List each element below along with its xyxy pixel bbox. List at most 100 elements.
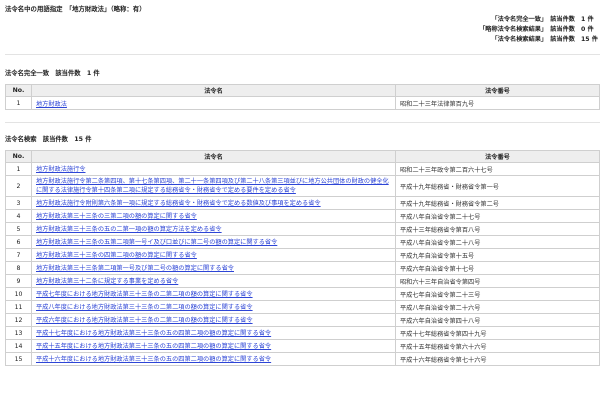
search-result-title: 法令名検索 該当件数 15 件 xyxy=(5,136,92,143)
search-term-line: 法令名中の用語指定 「地方財政法」（略称：有） xyxy=(5,5,146,13)
law-name-link[interactable]: 地方財政法施行令第二条第四項、第十七条第四項、第二十一条第四項及び第二十八条第三… xyxy=(36,177,391,195)
column-header-number: 法令番号 xyxy=(395,150,600,163)
law-name-link[interactable]: 地方財政法施行令附則第六条第一項に規定する総務省令・財務省令で定める数値及び事項… xyxy=(36,199,391,208)
law-name-link[interactable]: 地方財政法第三十三条の五の二第一項の額の算定方法を定める省令 xyxy=(36,225,391,234)
law-name-link[interactable]: 平成十五年度における地方財政法第三十三条の五の四第二項の額の算定に関する省令 xyxy=(36,342,391,351)
law-name-cell: 地方財政法第三十三条の三第二項の額の算定に関する省令 xyxy=(31,209,396,223)
law-number: 昭和二十三年法律第百九号 xyxy=(395,96,600,110)
table-row: 2 地方財政法施行令第二条第四項、第十七条第四項、第二十一条第四項及び第二十八条第… xyxy=(5,175,600,197)
law-number: 平成八年自治省令第二十七号 xyxy=(395,209,600,223)
law-name-link[interactable]: 地方財政法第三十二条に規定する事業を定める省令 xyxy=(36,277,391,286)
exact-match-title: 法令名完全一致 該当件数 1 件 xyxy=(5,70,100,77)
law-name-cell: 地方財政法第三十三条の四第二項の額の算定に関する省令 xyxy=(31,248,396,262)
result-count-summary: 「法令名完全一致」 該当件数 1 件 「略称法令名検索結果」 該当件数 0 件 「法… xyxy=(479,15,599,45)
summary-count: 1 件 xyxy=(581,16,594,23)
law-name-link[interactable]: 地方財政法施行令 xyxy=(36,165,391,174)
row-no: 13 xyxy=(5,326,32,340)
table-row: 4 地方財政法第三十三条の三第二項の額の算定に関する省令 平成八年自治省令第二十七号 xyxy=(5,209,600,223)
search-result-table: No. 法令名 法令番号 1 地方財政法施行令 昭和二十三年政令第二百六十七号 2 地方… xyxy=(5,150,600,366)
summary-label: 「略称法令名検索結果」 該当件数 xyxy=(479,26,575,33)
table-row: 13 平成十七年度における地方財政法第三十三条の五の四第二項の額の算定に関する省令… xyxy=(5,326,600,340)
law-name-link[interactable]: 平成六年度における地方財政法第三十三条の二第二項の額の算定に関する省令 xyxy=(36,316,391,325)
law-name-cell: 平成七年度における地方財政法第三十三条の二第二項の額の算定に関する省令 xyxy=(31,287,396,301)
law-name-cell: 地方財政法施行令附則第六条第一項に規定する総務省令・財務省令で定める数値及び事項… xyxy=(31,196,396,210)
summary-search-count: 「法令名検索結果」 該当件数 15 件 xyxy=(479,35,599,45)
table-row: 11 平成八年度における地方財政法第三十三条の二第二項の額の算定に関する省令 平成八… xyxy=(5,300,600,314)
law-number: 平成十九年総務省・財務省令第一号 xyxy=(395,175,600,197)
law-name-cell: 平成十六年度における地方財政法第三十三条の五の四第二項の額の算定に関する省令 xyxy=(31,352,396,366)
divider xyxy=(5,54,600,55)
law-name-link[interactable]: 平成八年度における地方財政法第三十三条の二第二項の額の算定に関する省令 xyxy=(36,303,391,312)
summary-exact-count: 「法令名完全一致」 該当件数 1 件 xyxy=(479,15,599,25)
table-row: 8 地方財政法第三十三条第二項第一号及び第二号の額の算定に関する省令 平成六年自治省… xyxy=(5,261,600,275)
column-header-no: No. xyxy=(5,84,32,97)
row-no: 14 xyxy=(5,339,32,353)
law-name-cell: 平成八年度における地方財政法第三十三条の二第二項の額の算定に関する省令 xyxy=(31,300,396,314)
law-number: 平成十五年総務省令第六十六号 xyxy=(395,339,600,353)
row-no: 8 xyxy=(5,261,32,275)
law-number: 平成九年自治省令第十五号 xyxy=(395,248,600,262)
law-number: 平成六年自治省令第四十八号 xyxy=(395,313,600,327)
law-name-link[interactable]: 平成七年度における地方財政法第三十三条の二第二項の額の算定に関する省令 xyxy=(36,290,391,299)
law-name-cell: 平成十七年度における地方財政法第三十三条の五の四第二項の額の算定に関する省令 xyxy=(31,326,396,340)
row-no: 12 xyxy=(5,313,32,327)
row-no: 9 xyxy=(5,274,32,288)
table-row: 15 平成十六年度における地方財政法第三十三条の五の四第二項の額の算定に関する省令… xyxy=(5,352,600,366)
table-header-row: No. 法令名 法令番号 xyxy=(5,84,600,97)
table-row: 1 地方財政法施行令 昭和二十三年政令第二百六十七号 xyxy=(5,162,600,176)
law-name-link[interactable]: 地方財政法第三十三条の四第二項の額の算定に関する省令 xyxy=(36,251,391,260)
table-row: 7 地方財政法第三十三条の四第二項の額の算定に関する省令 平成九年自治省令第十五号 xyxy=(5,248,600,262)
law-name-link[interactable]: 地方財政法第三十三条第二項第一号及び第二号の額の算定に関する省令 xyxy=(36,264,391,273)
row-no: 11 xyxy=(5,300,32,314)
table-row: 12 平成六年度における地方財政法第三十三条の二第二項の額の算定に関する省令 平成六… xyxy=(5,313,600,327)
law-number: 平成十三年総務省令第百八号 xyxy=(395,222,600,236)
law-name-cell: 地方財政法第三十三条の五の二第一項の額の算定方法を定める省令 xyxy=(31,222,396,236)
row-no: 1 xyxy=(5,162,32,176)
table-row: 1 地方財政法 昭和二十三年法律第百九号 xyxy=(5,96,600,110)
row-no: 2 xyxy=(5,175,32,197)
law-name-cell: 地方財政法 xyxy=(31,96,396,110)
table-row: 14 平成十五年度における地方財政法第三十三条の五の四第二項の額の算定に関する省令… xyxy=(5,339,600,353)
law-number: 平成十六年総務省令第七十六号 xyxy=(395,352,600,366)
row-no: 3 xyxy=(5,196,32,210)
law-number: 昭和六十三年自治省令第四号 xyxy=(395,274,600,288)
summary-abbrev-count: 「略称法令名検索結果」 該当件数 0 件 xyxy=(479,25,599,35)
column-header-number: 法令番号 xyxy=(395,84,600,97)
summary-count: 0 件 xyxy=(581,26,594,33)
law-name-link[interactable]: 平成十六年度における地方財政法第三十三条の五の四第二項の額の算定に関する省令 xyxy=(36,355,391,364)
table-row: 9 地方財政法第三十二条に規定する事業を定める省令 昭和六十三年自治省令第四号 xyxy=(5,274,600,288)
law-number: 平成八年自治省令第二十八号 xyxy=(395,235,600,249)
table-row: 5 地方財政法第三十三条の五の二第一項の額の算定方法を定める省令 平成十三年総務省令… xyxy=(5,222,600,236)
law-name-cell: 平成六年度における地方財政法第三十三条の二第二項の額の算定に関する省令 xyxy=(31,313,396,327)
divider xyxy=(5,122,600,123)
law-name-link[interactable]: 平成十七年度における地方財政法第三十三条の五の四第二項の額の算定に関する省令 xyxy=(36,329,391,338)
law-number: 平成七年自治省令第二十三号 xyxy=(395,287,600,301)
row-no: 4 xyxy=(5,209,32,223)
row-no: 6 xyxy=(5,235,32,249)
law-number: 平成十七年総務省令第四十九号 xyxy=(395,326,600,340)
law-number: 平成十九年総務省・財務省令第二号 xyxy=(395,196,600,210)
summary-label: 「法令名検索結果」 該当件数 xyxy=(491,36,575,43)
row-no: 7 xyxy=(5,248,32,262)
law-name-cell: 地方財政法施行令 xyxy=(31,162,396,176)
law-name-link[interactable]: 地方財政法 xyxy=(36,101,67,108)
law-number: 平成八年自治省令第二十六号 xyxy=(395,300,600,314)
law-name-cell: 地方財政法第三十三条の五第二項第一号イ及び口並びに第二号の額の算定に関する省令 xyxy=(31,235,396,249)
law-name-link[interactable]: 地方財政法第三十三条の五第二項第一号イ及び口並びに第二号の額の算定に関する省令 xyxy=(36,238,391,247)
row-no: 5 xyxy=(5,222,32,236)
column-header-name: 法令名 xyxy=(31,84,396,97)
law-name-cell: 地方財政法施行令第二条第四項、第十七条第四項、第二十一条第四項及び第二十八条第三… xyxy=(31,175,396,197)
table-header-row: No. 法令名 法令番号 xyxy=(5,150,600,163)
law-name-cell: 地方財政法第三十二条に規定する事業を定める省令 xyxy=(31,274,396,288)
summary-label: 「法令名完全一致」 該当件数 xyxy=(491,16,575,23)
law-name-cell: 地方財政法第三十三条第二項第一号及び第二号の額の算定に関する省令 xyxy=(31,261,396,275)
row-no: 15 xyxy=(5,352,32,366)
column-header-no: No. xyxy=(5,150,32,163)
column-header-name: 法令名 xyxy=(31,150,396,163)
table-row: 3 地方財政法施行令附則第六条第一項に規定する総務省令・財務省令で定める数値及び事… xyxy=(5,196,600,210)
law-name-link[interactable]: 地方財政法第三十三条の三第二項の額の算定に関する省令 xyxy=(36,212,391,221)
table-row: 10 平成七年度における地方財政法第三十三条の二第二項の額の算定に関する省令 平成七… xyxy=(5,287,600,301)
table-row: 6 地方財政法第三十三条の五第二項第一号イ及び口並びに第二号の額の算定に関する省令… xyxy=(5,235,600,249)
law-number: 昭和二十三年政令第二百六十七号 xyxy=(395,162,600,176)
summary-count: 15 件 xyxy=(581,36,598,43)
